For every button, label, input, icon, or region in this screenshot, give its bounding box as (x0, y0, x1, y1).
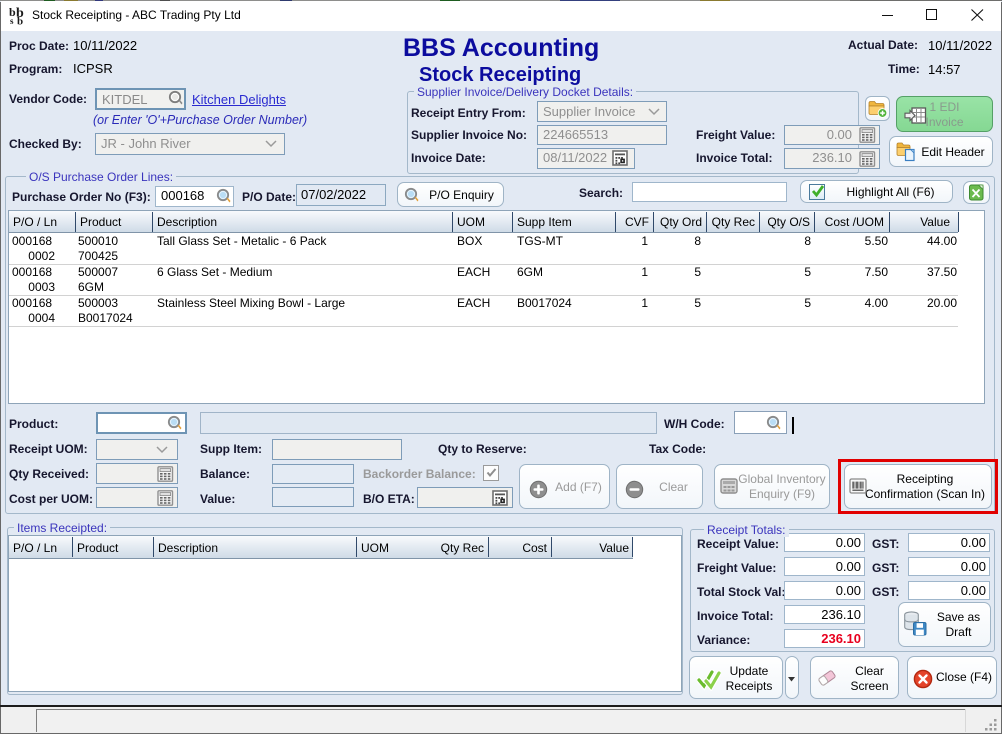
svg-text:s: s (10, 16, 14, 26)
svg-text:b: b (17, 16, 23, 27)
